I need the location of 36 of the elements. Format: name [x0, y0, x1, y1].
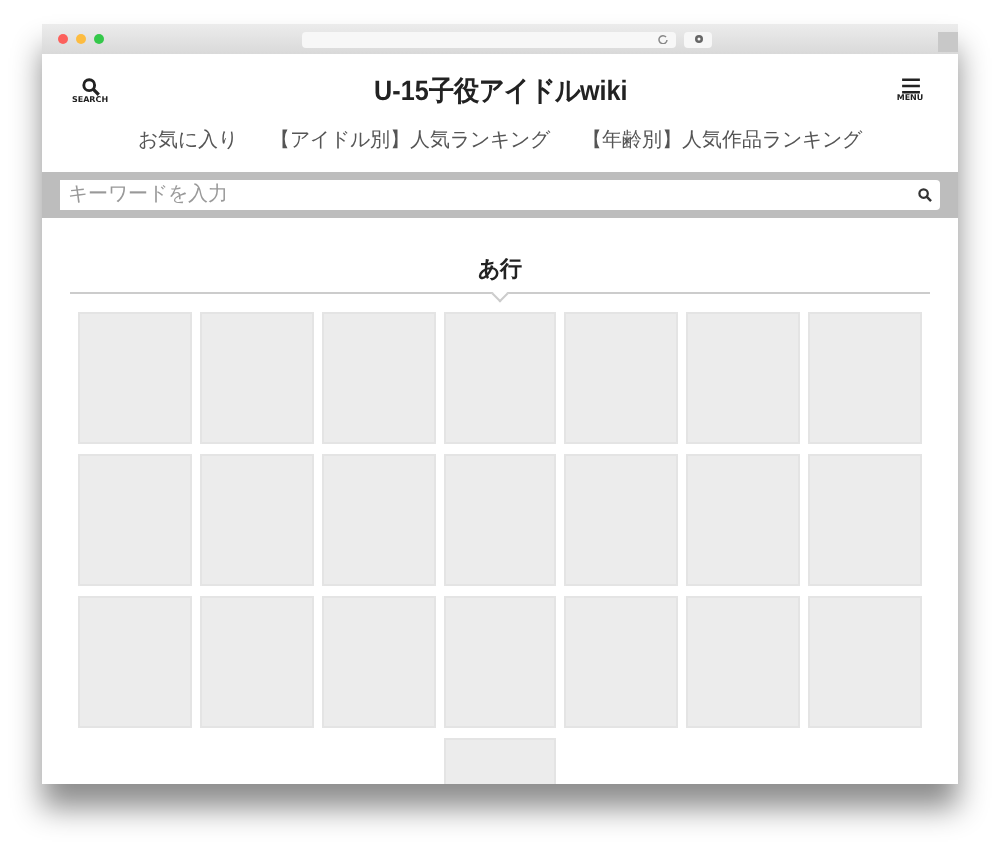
zoom-dot[interactable]	[94, 34, 104, 44]
search-icon	[918, 188, 932, 202]
settings-icon	[693, 34, 703, 44]
placeholder-tile[interactable]	[443, 595, 557, 727]
placeholder-tile[interactable]	[78, 311, 192, 443]
placeholder-tile[interactable]	[321, 453, 436, 585]
placeholder-tile[interactable]	[443, 453, 557, 585]
nav-link[interactable]: 【年齢別】人気作品ランキング	[582, 126, 862, 156]
placeholder-tile[interactable]	[321, 311, 436, 443]
menu-icon[interactable]	[901, 78, 919, 94]
nav-link[interactable]: お気に入り	[138, 126, 238, 156]
placeholder-tile[interactable]	[199, 453, 314, 585]
placeholder-tile[interactable]	[686, 595, 801, 727]
placeholder-tile[interactable]	[808, 453, 922, 585]
minimize-dot[interactable]	[76, 34, 86, 44]
placeholder-tile[interactable]	[808, 311, 922, 443]
reload-icon[interactable]	[658, 34, 668, 44]
placeholder-tile[interactable]	[564, 311, 679, 443]
placeholder-tile[interactable]	[686, 311, 801, 443]
placeholder-tile[interactable]	[78, 595, 192, 727]
section-heading: あ行	[478, 256, 522, 282]
new-tab-button[interactable]	[938, 32, 958, 52]
placeholder-tile[interactable]	[78, 453, 192, 585]
placeholder-tile[interactable]	[199, 311, 314, 443]
search-icon[interactable]	[81, 77, 99, 95]
nav-link[interactable]: 【アイドル別】人気ランキング	[270, 126, 550, 156]
placeholder-tile[interactable]	[808, 595, 922, 727]
placeholder-tile[interactable]	[321, 595, 436, 727]
close-dot[interactable]	[58, 34, 68, 44]
site-title[interactable]: U-15子役アイドルwiki	[373, 69, 627, 111]
placeholder-tile[interactable]	[686, 453, 801, 585]
placeholder-tile[interactable]	[199, 595, 314, 727]
placeholder-tile[interactable]	[564, 595, 679, 727]
placeholder-tile[interactable]	[564, 453, 679, 585]
settings-button[interactable]	[684, 31, 712, 47]
placeholder-tile[interactable]	[443, 311, 557, 443]
